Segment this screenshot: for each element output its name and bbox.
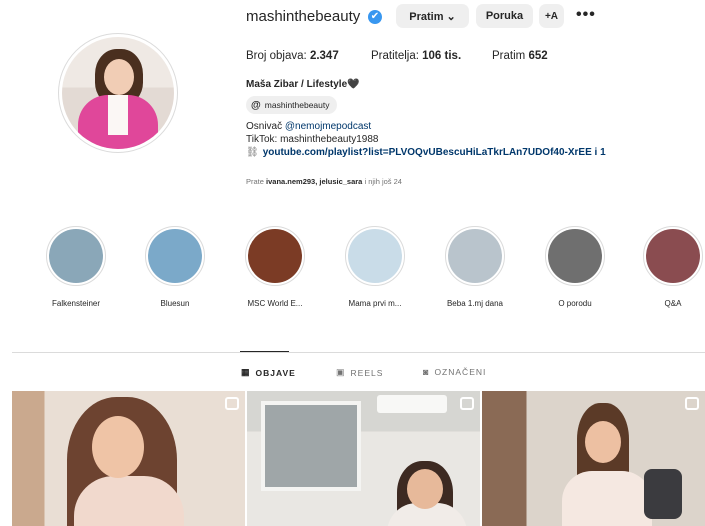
avatar[interactable] [62,37,174,149]
threads-icon: @ [251,99,261,111]
highlight-item[interactable]: Mama prvi m... [343,226,407,308]
highlight-item[interactable]: MSC World E... [243,226,307,308]
highlight-label: Falkensteiner [51,299,101,308]
highlight-label: Beba 1.mj dana [446,299,504,308]
threads-handle: mashinthebeauty [264,100,330,110]
highlight-item[interactable]: Beba 1.mj dana [443,226,507,308]
verified-badge-icon: ✔ [368,10,382,24]
highlight-cover [548,229,602,283]
bio-tiktok: TikTok: mashinthebeauty1988 [246,134,379,145]
full-name: Maša Zibar / Lifestyle🖤 [246,79,360,90]
highlight-item[interactable]: Bluesun [143,226,207,308]
more-options-icon[interactable]: ••• [576,6,596,24]
highlight-cover [49,229,103,283]
tab-posts[interactable]: ▦ OBJAVE [241,367,296,378]
post-thumbnail[interactable] [12,391,245,526]
highlight-label: Bluesun [160,299,190,308]
bio-external-link[interactable]: ⛓ youtube.com/playlist?list=PLVOQvUBescuH… [246,147,606,158]
reels-icon [685,397,699,410]
highlight-label: Q&A [664,299,682,308]
link-chain-icon: ⛓ [246,147,259,158]
highlight-item[interactable]: Q&A [641,226,705,308]
tabs-divider [12,352,705,353]
reels-icon [460,397,474,410]
post-thumbnail[interactable] [482,391,705,526]
threads-badge[interactable]: @ mashinthebeauty [246,96,337,114]
highlight-cover [148,229,202,283]
highlight-cover [248,229,302,283]
tab-reels[interactable]: ▣ REELS [336,367,383,378]
tagged-icon: ◙ [423,367,430,377]
active-tab-indicator [240,351,289,352]
highlight-label: O porodu [558,299,592,308]
followers-count[interactable]: Pratitelja: 106 tis. [371,50,461,62]
reels-icon [225,397,239,410]
highlight-cover [448,229,502,283]
highlight-item[interactable]: O porodu [543,226,607,308]
suggest-user-button[interactable]: +A [539,4,564,28]
message-button[interactable]: Poruka [476,4,533,28]
following-count[interactable]: Pratim 652 [492,50,548,62]
followed-by[interactable]: Prate ivana.nem293, jelusic_sara i njih … [246,177,402,186]
tab-tagged[interactable]: ◙ OZNAČENI [423,367,486,377]
highlight-item[interactable]: Falkensteiner [44,226,108,308]
founder-mention-link[interactable]: @nemojmepodcast [285,121,371,132]
post-thumbnail[interactable] [247,391,480,526]
bio-founder: Osnivač @nemojmepodcast [246,121,372,132]
highlight-label: MSC World E... [247,299,303,308]
highlight-cover [646,229,700,283]
highlight-label: Mama prvi m... [348,299,402,308]
following-button[interactable]: Pratim ⌄ [396,4,469,28]
reels-icon: ▣ [336,367,346,377]
posts-count: Broj objava: 2.347 [246,50,339,62]
highlight-cover [348,229,402,283]
grid-icon: ▦ [241,367,251,377]
username: mashinthebeauty [246,8,361,25]
